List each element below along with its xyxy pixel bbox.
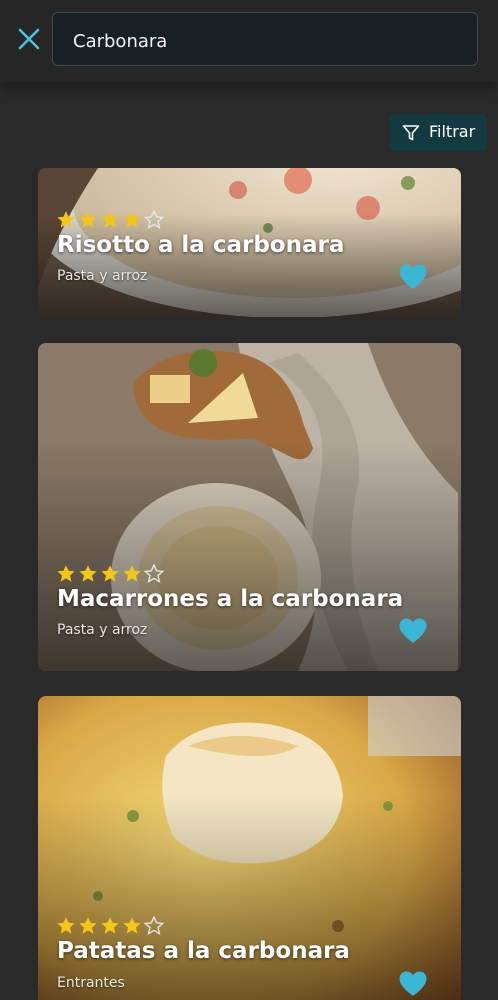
rating-stars <box>56 209 166 230</box>
filter-label: Filtrar <box>429 122 476 141</box>
close-icon <box>18 28 40 50</box>
recipe-category: Entrantes <box>57 975 125 991</box>
search-input[interactable] <box>71 26 465 56</box>
star-filled-icon <box>79 917 97 934</box>
star-empty-icon <box>143 563 165 584</box>
star-filled-icon <box>101 565 119 582</box>
favorite-heart-icon[interactable] <box>398 617 428 644</box>
filter-button[interactable]: Filtrar <box>390 114 487 151</box>
recipe-title: Risotto a la carbonara <box>57 232 345 258</box>
star-filled-icon <box>101 211 119 228</box>
star-empty-icon <box>143 915 165 936</box>
star-filled-icon <box>79 565 97 582</box>
recipe-list[interactable]: Risotto a la carbonara Pasta y arroz Mac… <box>0 168 498 1000</box>
star-filled-icon <box>123 211 141 228</box>
star-empty-icon <box>143 209 165 230</box>
star-filled-icon <box>57 917 75 934</box>
top-bar <box>0 0 498 82</box>
star-filled-icon <box>57 211 75 228</box>
favorite-heart-icon[interactable] <box>398 263 428 290</box>
recipe-category: Pasta y arroz <box>57 622 148 638</box>
recipe-category: Pasta y arroz <box>57 268 148 284</box>
filter-icon <box>402 125 420 141</box>
star-filled-icon <box>79 211 97 228</box>
recipe-card[interactable]: Risotto a la carbonara Pasta y arroz <box>38 168 461 317</box>
rating-stars <box>56 563 166 584</box>
rating-stars <box>56 915 166 936</box>
star-filled-icon <box>123 565 141 582</box>
recipe-title: Patatas a la carbonara <box>57 938 350 964</box>
recipe-card[interactable]: Macarrones a la carbonara Pasta y arroz <box>38 343 461 671</box>
close-search-button[interactable] <box>14 24 44 54</box>
star-filled-icon <box>101 917 119 934</box>
star-filled-icon <box>123 917 141 934</box>
star-filled-icon <box>57 565 75 582</box>
recipe-title: Macarrones a la carbonara <box>57 586 404 612</box>
recipe-card[interactable]: Patatas a la carbonara Entrantes <box>38 696 461 1000</box>
favorite-heart-icon[interactable] <box>398 970 428 997</box>
search-field[interactable] <box>52 12 478 66</box>
